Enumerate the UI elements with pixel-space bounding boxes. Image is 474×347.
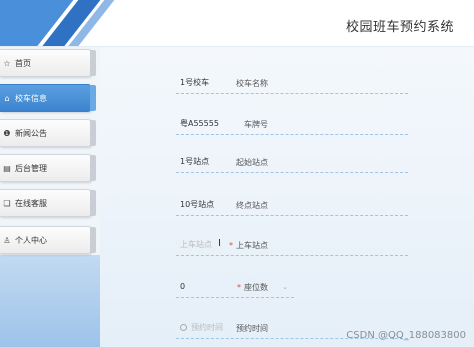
plate-value: 粤A55555 — [176, 113, 408, 135]
field-boarding-station: *上车站点 I — [100, 234, 474, 258]
start-station-value: 1号站点 — [176, 151, 408, 173]
chevron-down-icon: ⌄ — [282, 283, 288, 291]
sidebar-item-news[interactable]: ❶ 新闻公告 — [0, 119, 96, 147]
archive-icon: ▤ — [3, 163, 11, 173]
field-end-station: 终点站点 10号站点 — [100, 194, 474, 218]
field-bus-name: 校车名称 1号校车 — [100, 72, 474, 96]
sidebar-item-label: 个人中心 — [15, 235, 47, 245]
star-icon: ☆ — [3, 58, 11, 68]
text-cursor-icon: I — [218, 238, 221, 249]
sidebar-item-label: 在线客服 — [15, 198, 47, 208]
sidebar-item-tab — [90, 50, 96, 76]
field-seats: * 座位数 0 ⌄ — [100, 276, 474, 300]
user-icon: ♙ — [3, 235, 11, 245]
scrolled-field-remnant: — — — — — — — — — — — [176, 47, 279, 50]
sidebar-item-tab — [90, 85, 96, 111]
booking-time-placeholder: 预约时间 — [191, 322, 223, 332]
seats-value: 0 — [180, 282, 186, 291]
field-start-station: 起始站点 1号站点 — [100, 151, 474, 175]
sidebar-item-tab — [90, 190, 96, 216]
header: 校园班车预约系统 — [0, 0, 474, 47]
sidebar: ☆ 首页 ⌂ 校车信息 ❶ 新闻公告 ▤ 后台管理 ❏ 在线客服 ♙ 个人中心 — [0, 47, 100, 347]
seats-select[interactable]: 0 ⌄ — [176, 276, 294, 298]
end-station-value: 10号站点 — [176, 194, 408, 216]
sidebar-item-tab — [90, 120, 96, 146]
main-form: — — — — — — — — — — 校车名称 1号校车 车牌号 粤A5555… — [100, 47, 474, 347]
field-plate: 车牌号 粤A55555 — [100, 113, 474, 137]
sidebar-item-profile[interactable]: ♙ 个人中心 — [0, 226, 96, 254]
home-icon: ⌂ — [4, 93, 10, 103]
sidebar-item-tab — [90, 227, 96, 253]
sidebar-item-home[interactable]: ☆ 首页 — [0, 49, 96, 77]
boarding-station-input[interactable] — [176, 234, 408, 256]
sidebar-menu-bg — [0, 47, 100, 255]
site-title: 校园班车预约系统 — [345, 20, 454, 35]
sidebar-item-label: 首页 — [15, 58, 31, 68]
sidebar-item-label: 校车信息 — [15, 93, 47, 103]
info-icon: ❶ — [3, 128, 11, 138]
sidebar-item-label: 后台管理 — [15, 163, 47, 173]
clock-icon — [180, 324, 187, 331]
bus-name-value: 1号校车 — [176, 72, 408, 94]
sidebar-item-label: 新闻公告 — [15, 128, 47, 138]
sidebar-item-tab — [90, 155, 96, 181]
sidebar-item-admin[interactable]: ▤ 后台管理 — [0, 154, 96, 182]
watermark: CSDN @QQ_188083800 — [346, 330, 466, 341]
sidebar-item-support[interactable]: ❏ 在线客服 — [0, 189, 96, 217]
sidebar-item-bus-info[interactable]: ⌂ 校车信息 — [0, 84, 96, 112]
chat-icon: ❏ — [3, 198, 11, 208]
